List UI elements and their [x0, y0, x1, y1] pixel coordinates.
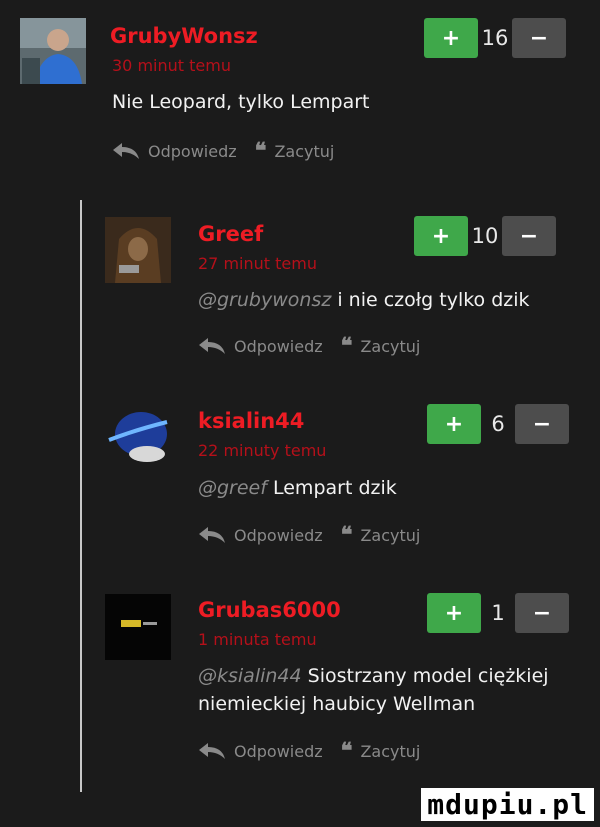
comment-username[interactable]: Greef	[198, 222, 263, 246]
comment-timestamp[interactable]: 1 minuta temu	[198, 630, 317, 649]
quote-button[interactable]: ❝ Zacytuj	[341, 740, 421, 762]
upvote-button[interactable]: +	[427, 593, 481, 633]
downvote-button[interactable]: −	[515, 593, 569, 633]
reply-button[interactable]: Odpowiedz	[198, 337, 323, 356]
quote-icon: ❝	[340, 522, 353, 548]
vote-score: 16	[481, 26, 509, 50]
quote-label: Zacytuj	[274, 141, 335, 161]
comment-actions: Odpowiedz ❝ Zacytuj	[198, 335, 420, 357]
thread-indent-line	[80, 200, 82, 792]
comment-body: Lempart dzik	[266, 477, 397, 499]
comment-actions: Odpowiedz ❝ Zacytuj	[112, 140, 334, 162]
quote-button[interactable]: ❝ Zacytuj	[255, 140, 335, 162]
quote-icon: ❝	[254, 138, 267, 164]
quote-button[interactable]: ❝ Zacytuj	[341, 524, 421, 546]
vote-widget: + 16 −	[424, 18, 566, 58]
comment-username[interactable]: ksialin44	[198, 409, 304, 433]
comment-text: @ksialin44 Siostrzany model ciężkiej nie…	[198, 662, 578, 718]
comment-actions: Odpowiedz ❝ Zacytuj	[198, 740, 420, 762]
upvote-button[interactable]: +	[414, 216, 468, 256]
minus-icon: −	[532, 600, 552, 626]
reply-arrow-icon	[199, 743, 225, 759]
quote-button[interactable]: ❝ Zacytuj	[341, 335, 421, 357]
comment-timestamp[interactable]: 27 minut temu	[198, 254, 317, 273]
reply-button[interactable]: Odpowiedz	[112, 142, 237, 161]
black-game-avatar[interactable]	[105, 594, 171, 660]
vote-widget: + 1 −	[427, 593, 569, 633]
quote-icon: ❝	[340, 333, 353, 359]
downvote-button[interactable]: −	[502, 216, 556, 256]
minus-icon: −	[532, 411, 552, 437]
vote-score: 1	[491, 601, 505, 625]
quote-label: Zacytuj	[360, 525, 421, 545]
domestos-bottle-avatar[interactable]	[105, 404, 171, 470]
minus-icon: −	[529, 25, 549, 51]
site-watermark: mdupiu.pl	[421, 788, 594, 821]
reply-arrow-icon	[113, 143, 139, 159]
upvote-button[interactable]: +	[427, 404, 481, 444]
plus-icon: +	[441, 25, 461, 51]
plus-icon: +	[444, 600, 464, 626]
reply-label: Odpowiedz	[234, 336, 323, 356]
comment-username[interactable]: GrubyWonsz	[110, 24, 258, 48]
quote-icon: ❝	[340, 738, 353, 764]
reply-arrow-icon	[199, 338, 225, 354]
user-photo-avatar[interactable]	[20, 18, 86, 84]
comment-text: @greef Lempart dzik	[198, 474, 578, 502]
comment-actions: Odpowiedz ❝ Zacytuj	[198, 524, 420, 546]
reply-button[interactable]: Odpowiedz	[198, 526, 323, 545]
vote-score: 6	[491, 412, 505, 436]
plus-icon: +	[444, 411, 464, 437]
mention-link[interactable]: @ksialin44	[198, 665, 302, 687]
mention-link[interactable]: @greef	[198, 477, 267, 499]
minus-icon: −	[519, 223, 539, 249]
comment-body: Nie Leopard, tylko Lempart	[112, 91, 370, 113]
reply-label: Odpowiedz	[148, 141, 237, 161]
upvote-button[interactable]: +	[424, 18, 478, 58]
comment-username[interactable]: Grubas6000	[198, 598, 341, 622]
downvote-button[interactable]: −	[512, 18, 566, 58]
comment-body: i nie czołg tylko dzik	[331, 289, 530, 311]
reply-arrow-icon	[199, 527, 225, 543]
hooded-figure-avatar[interactable]	[105, 217, 171, 283]
downvote-button[interactable]: −	[515, 404, 569, 444]
vote-widget: + 10 −	[414, 216, 556, 256]
comment-text: Nie Leopard, tylko Lempart	[112, 88, 552, 116]
plus-icon: +	[431, 223, 451, 249]
quote-label: Zacytuj	[360, 741, 421, 761]
quote-label: Zacytuj	[360, 336, 421, 356]
reply-label: Odpowiedz	[234, 741, 323, 761]
comment-timestamp[interactable]: 30 minut temu	[112, 56, 231, 75]
comment-text: @grubywonsz i nie czołg tylko dzik	[198, 286, 578, 314]
reply-label: Odpowiedz	[234, 525, 323, 545]
vote-widget: + 6 −	[427, 404, 569, 444]
mention-link[interactable]: @grubywonsz	[198, 289, 331, 311]
vote-score: 10	[471, 224, 499, 248]
comment-timestamp[interactable]: 22 minuty temu	[198, 441, 326, 460]
reply-button[interactable]: Odpowiedz	[198, 742, 323, 761]
